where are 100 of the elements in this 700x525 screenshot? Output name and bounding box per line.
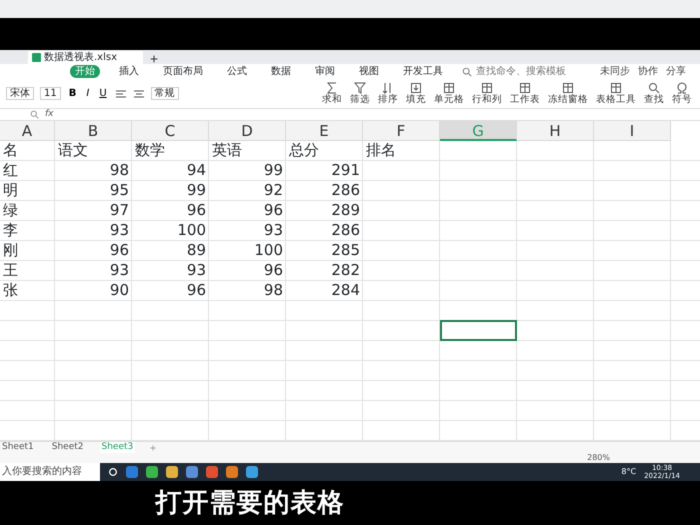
ribbon-tool-button[interactable]: 工作表 <box>508 82 542 105</box>
table-cell: 李 <box>0 221 55 240</box>
filter-icon <box>354 82 366 94</box>
ribbon-tool-button[interactable]: 表格工具 <box>594 82 638 105</box>
search-icon <box>462 66 472 76</box>
ribbon-tool-button[interactable]: 筛选 <box>348 82 372 105</box>
table-cell-text: 96 <box>108 241 130 260</box>
app-icon[interactable] <box>246 466 258 478</box>
app-icon[interactable] <box>166 466 178 478</box>
table-cell-text: 96 <box>262 261 284 280</box>
table-cell-text: 98 <box>108 161 130 180</box>
sheet-tab[interactable]: Sheet2 <box>50 442 86 453</box>
menu-tab[interactable]: 页面布局 <box>158 65 208 78</box>
table-cell-text: 93 <box>108 221 130 240</box>
number-format-field[interactable]: 常规 <box>150 87 179 100</box>
table-cell-text: 291 <box>330 161 361 180</box>
table-cell-text: 94 <box>186 161 207 180</box>
table-cell: 明 <box>0 181 55 200</box>
app-icon[interactable] <box>146 466 158 478</box>
zoom-level[interactable]: 280% <box>587 452 610 464</box>
table-cell-text: 98 <box>262 281 284 300</box>
table-cell-text: 289 <box>330 201 361 220</box>
column-header[interactable]: H <box>517 121 594 141</box>
table-cell-text: 99 <box>262 161 284 180</box>
column-header[interactable]: D <box>209 121 286 141</box>
document-tab[interactable]: 数据透视表.xlsx <box>28 51 144 64</box>
fill-icon <box>410 82 422 94</box>
table-cell-text: 96 <box>186 201 207 220</box>
menu-tab[interactable]: 视图 <box>354 65 384 78</box>
column-header[interactable]: A <box>0 121 55 141</box>
table-cell-text: 286 <box>330 221 361 240</box>
account-action[interactable]: 分享 <box>666 64 686 79</box>
table-icon <box>481 82 493 94</box>
menu-tab[interactable]: 公式 <box>222 65 252 78</box>
sum-icon <box>326 82 338 94</box>
table-cell: 张 <box>0 281 55 300</box>
app-icon[interactable] <box>186 466 198 478</box>
column-header[interactable]: B <box>55 121 132 141</box>
circle-icon <box>108 467 118 477</box>
selected-cell[interactable] <box>440 320 517 341</box>
ribbon-tool-button[interactable]: 符号 <box>670 82 694 105</box>
table-cell-text: 语文 <box>57 141 89 160</box>
ribbon-tool-button[interactable]: 填充 <box>404 82 428 105</box>
table-cell-text: 排名 <box>365 141 397 160</box>
table-icon <box>562 82 574 94</box>
function-label[interactable]: fx <box>45 108 54 122</box>
table-icon <box>610 82 622 94</box>
search-icon <box>648 82 660 94</box>
app-icon[interactable] <box>126 466 138 478</box>
account-action[interactable]: 未同步 <box>600 64 630 79</box>
align-lines-icon <box>114 88 127 100</box>
menu-tab[interactable]: 插入 <box>114 65 144 78</box>
table-cell-text: 286 <box>330 181 361 200</box>
table-icon <box>519 82 531 94</box>
table-cell-text: 95 <box>108 181 130 200</box>
table-cell-text: 93 <box>186 261 207 280</box>
sheet-tab[interactable]: Sheet1 <box>0 442 36 453</box>
table-cell: 名 <box>0 141 55 160</box>
font-name-field[interactable]: 宋体 <box>6 87 34 100</box>
ribbon-tool-button[interactable]: 查找 <box>642 82 666 105</box>
table-cell-text: 284 <box>330 281 361 300</box>
column-header[interactable]: C <box>132 121 209 141</box>
spreadsheet-file-icon <box>32 53 41 62</box>
format-button[interactable]: U <box>97 88 109 100</box>
ribbon-tool-button[interactable]: 单元格 <box>432 82 466 105</box>
ribbon-tool-button[interactable]: 排序 <box>376 82 400 105</box>
column-header[interactable]: F <box>363 121 440 141</box>
column-header[interactable]: I <box>594 121 671 141</box>
table-cell-text: 92 <box>262 181 284 200</box>
command-search-field[interactable]: 查找命令、搜索模板 <box>476 64 586 79</box>
align-lines-icon <box>132 88 145 100</box>
menu-tab[interactable]: 审阅 <box>310 65 340 78</box>
app-icon[interactable] <box>226 466 238 478</box>
menu-tab[interactable]: 开发工具 <box>398 65 448 78</box>
table-cell: 绿 <box>0 201 55 220</box>
table-cell-text: 英语 <box>211 141 243 160</box>
omega-icon <box>676 82 688 94</box>
table-cell-text: 96 <box>186 281 207 300</box>
format-button[interactable]: B <box>66 88 78 100</box>
ribbon-tool-button[interactable]: 行和列 <box>470 82 504 105</box>
table-cell-text: 93 <box>262 221 284 240</box>
subtitle: 打开需要的表格 <box>156 487 344 520</box>
weather-text: 8°C <box>621 466 636 478</box>
zoom-icon <box>30 110 39 119</box>
table-cell-text: 97 <box>108 201 130 220</box>
table-cell-text: 96 <box>262 201 284 220</box>
taskbar-search-field[interactable]: 入你要搜索的内容 <box>0 463 100 481</box>
format-button[interactable]: I <box>84 88 92 100</box>
ribbon-tool-button[interactable]: 冻结窗格 <box>546 82 590 105</box>
column-header[interactable]: E <box>286 121 363 141</box>
account-action[interactable]: 协作 <box>638 64 658 79</box>
menu-tab[interactable]: 数据 <box>266 65 296 78</box>
table-cell-text: 100 <box>176 221 207 240</box>
plus-icon <box>149 444 158 452</box>
app-icon[interactable] <box>206 466 218 478</box>
table-cell: 红 <box>0 161 55 180</box>
table-cell-text: 90 <box>108 281 130 300</box>
font-size-field[interactable]: 11 <box>40 87 61 100</box>
ribbon-tool-button[interactable]: 求和 <box>320 82 344 105</box>
plus-icon <box>149 54 160 64</box>
